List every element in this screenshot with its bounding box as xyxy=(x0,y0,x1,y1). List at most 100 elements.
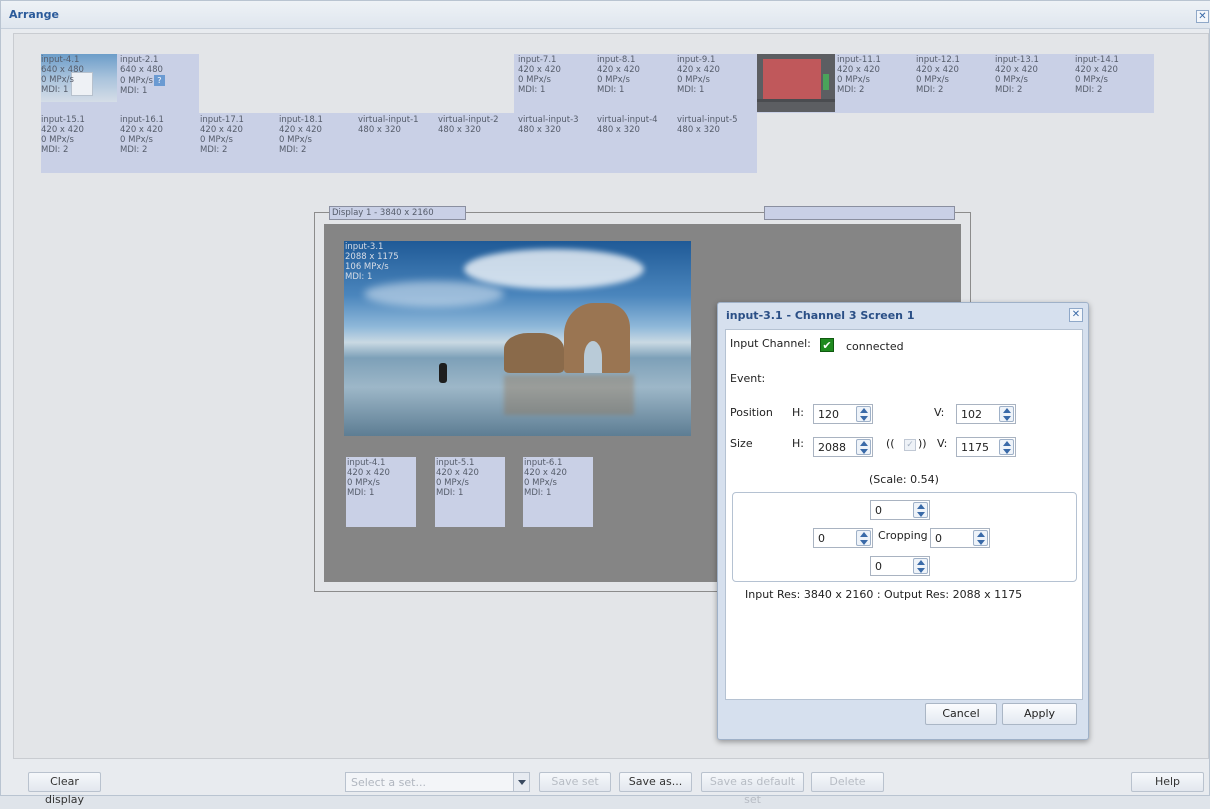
input-rate: 0 MPx/s xyxy=(279,135,312,145)
crop-top-spinner[interactable]: 0 xyxy=(870,500,930,520)
display-input-window[interactable]: input-5.1 420 x 420 0 MPx/s MDI: 1 xyxy=(435,457,505,527)
input-rate: 0 MPx/s xyxy=(41,135,74,145)
spinner-arrows-icon[interactable] xyxy=(913,558,928,574)
spinner-arrows-icon[interactable] xyxy=(856,530,871,546)
set-select[interactable]: Select a set... xyxy=(345,772,530,792)
delete-button[interactable]: Delete xyxy=(811,772,884,792)
input-name: virtual-input-1 xyxy=(358,115,419,125)
spinner-arrows-icon[interactable] xyxy=(856,406,871,422)
aspect-lock-checkbox[interactable]: ✓ xyxy=(904,439,916,451)
input-resolution: 420 x 420 xyxy=(597,65,640,75)
input-tile[interactable]: input-13.1 420 x 420 0 MPx/s MDI: 2 xyxy=(995,55,1073,115)
input-name: virtual-input-3 xyxy=(518,115,579,125)
input-rate: 0 MPx/s xyxy=(597,75,630,85)
input-name: input-5.1 xyxy=(436,458,475,468)
help-icon[interactable]: ? xyxy=(153,75,165,86)
position-v-spinner[interactable]: 102 xyxy=(956,404,1016,424)
input-rate: 0 MPx/s xyxy=(200,135,233,145)
clear-display-button[interactable]: Clear display xyxy=(28,772,101,806)
input-tile[interactable]: input-12.1 420 x 420 0 MPx/s MDI: 2 xyxy=(916,55,994,115)
position-label: Position xyxy=(730,406,773,419)
position-h-label: H: xyxy=(792,406,804,419)
virtual-input-tile[interactable]: virtual-input-1 480 x 320 xyxy=(358,115,436,175)
display-input-window[interactable]: input-6.1 420 x 420 0 MPx/s MDI: 1 xyxy=(523,457,593,527)
input-rate: 0 MPx/s xyxy=(524,478,557,488)
position-h-spinner[interactable]: 120 xyxy=(813,404,873,424)
close-icon[interactable]: ✕ xyxy=(1196,10,1209,23)
input-tile[interactable]: input-16.1 420 x 420 0 MPx/s MDI: 2 xyxy=(120,115,198,175)
input-mdi: MDI: 1 xyxy=(677,85,705,95)
input-mdi: MDI: 1 xyxy=(120,86,148,96)
input-tile[interactable]: input-17.1 420 x 420 0 MPx/s MDI: 2 xyxy=(200,115,278,175)
set-select-placeholder: Select a set... xyxy=(351,776,426,789)
input-rate: 0 MPx/s xyxy=(518,75,551,85)
spinner-arrows-icon[interactable] xyxy=(856,439,871,455)
input-rate: 0 MPx/s xyxy=(120,135,153,145)
virtual-input-tile[interactable]: virtual-input-2 480 x 320 xyxy=(438,115,516,175)
input-tile[interactable]: input-4.1 640 x 480 0 MPx/s MDI: 1 xyxy=(41,55,119,115)
input-rate: 0 MPx/s xyxy=(916,75,949,85)
apply-button[interactable]: Apply xyxy=(1002,703,1077,725)
input-resolution: 420 x 420 xyxy=(200,125,243,135)
input-mdi: MDI: 1 xyxy=(41,85,69,95)
checkmark-icon: ✔ xyxy=(820,338,834,352)
spinner-arrows-icon[interactable] xyxy=(999,406,1014,422)
input-tile[interactable]: input-9.1 420 x 420 0 MPx/s MDI: 1 xyxy=(677,55,755,115)
input-tile[interactable]: input-2.1 640 x 480 0 MPx/s? MDI: 1 xyxy=(120,55,198,115)
aspect-lock-close: )) xyxy=(918,437,927,450)
cancel-button[interactable]: Cancel xyxy=(925,703,997,725)
spinner-arrows-icon[interactable] xyxy=(913,502,928,518)
input-tile[interactable]: input-14.1 420 x 420 0 MPx/s MDI: 2 xyxy=(1075,55,1153,115)
help-button[interactable]: Help xyxy=(1131,772,1204,792)
input-mdi: MDI: 2 xyxy=(279,145,307,155)
display-input-window[interactable]: input-4.1 420 x 420 0 MPx/s MDI: 1 xyxy=(346,457,416,527)
size-v-spinner[interactable]: 1175 xyxy=(956,437,1016,457)
input-name: input-4.1 xyxy=(41,55,80,65)
spinner-arrows-icon[interactable] xyxy=(973,530,988,546)
crop-bottom-spinner[interactable]: 0 xyxy=(870,556,930,576)
input-name: input-18.1 xyxy=(279,115,323,125)
virtual-input-tile[interactable]: virtual-input-5 480 x 320 xyxy=(677,115,755,175)
display-tab-secondary[interactable] xyxy=(764,206,955,220)
spinner-arrows-icon[interactable] xyxy=(999,439,1014,455)
input-tile[interactable]: input-15.1 420 x 420 0 MPx/s MDI: 2 xyxy=(41,115,119,175)
event-label: Event: xyxy=(730,372,766,385)
crop-left-value: 0 xyxy=(818,532,825,545)
input-rate: 0 MPx/s xyxy=(837,75,870,85)
input-resolution: 420 x 420 xyxy=(995,65,1038,75)
scale-text: (Scale: 0.54) xyxy=(869,473,939,486)
bottom-toolbar: Clear display Select a set... Save set S… xyxy=(1,765,1210,806)
dialog-body: Input Channel: ✔ connected Event: Positi… xyxy=(725,329,1083,700)
save-as-button[interactable]: Save as... xyxy=(619,772,692,792)
crop-bottom-value: 0 xyxy=(875,560,882,573)
position-h-value: 120 xyxy=(818,408,839,421)
input-tile[interactable]: input-7.1 420 x 420 0 MPx/s MDI: 1 xyxy=(518,55,596,115)
dialog-title: input-3.1 - Channel 3 Screen 1 xyxy=(726,309,915,322)
input-rate: 0 MPx/s xyxy=(41,75,74,85)
input-tile[interactable]: input-18.1 420 x 420 0 MPx/s MDI: 2 xyxy=(279,115,357,175)
crop-left-spinner[interactable]: 0 xyxy=(813,528,873,548)
chevron-down-icon[interactable] xyxy=(513,773,529,791)
virtual-input-tile[interactable]: virtual-input-4 480 x 320 xyxy=(597,115,675,175)
save-set-button[interactable]: Save set xyxy=(539,772,611,792)
input-name: input-11.1 xyxy=(837,55,881,65)
display-tab[interactable]: Display 1 - 3840 x 2160 xyxy=(329,206,466,220)
input-tile[interactable]: input-8.1 420 x 420 0 MPx/s MDI: 1 xyxy=(597,55,675,115)
size-h-spinner[interactable]: 2088 xyxy=(813,437,873,457)
save-default-set-button[interactable]: Save as default set xyxy=(701,772,804,806)
input-rate: 0 MPx/s xyxy=(1075,75,1108,85)
resolution-info: Input Res: 3840 x 2160 : Output Res: 208… xyxy=(745,588,1023,601)
crop-right-value: 0 xyxy=(935,532,942,545)
aspect-lock-open: (( xyxy=(886,437,895,450)
virtual-input-tile[interactable]: virtual-input-3 480 x 320 xyxy=(518,115,596,175)
crop-top-value: 0 xyxy=(875,504,882,517)
input-name: input-13.1 xyxy=(995,55,1039,65)
main-input-window[interactable]: input-3.1 2088 x 1175 106 MPx/s MDI: 1 xyxy=(344,241,691,436)
crop-right-spinner[interactable]: 0 xyxy=(930,528,990,548)
input-resolution: 420 x 420 xyxy=(436,468,479,478)
close-icon[interactable]: ✕ xyxy=(1069,308,1083,322)
input-tile[interactable]: input-11.1 420 x 420 0 MPx/s MDI: 2 xyxy=(837,55,915,115)
input-resolution: 480 x 320 xyxy=(677,125,720,135)
size-v-value: 1175 xyxy=(961,441,989,454)
input-rate: 0 MPx/s xyxy=(995,75,1028,85)
